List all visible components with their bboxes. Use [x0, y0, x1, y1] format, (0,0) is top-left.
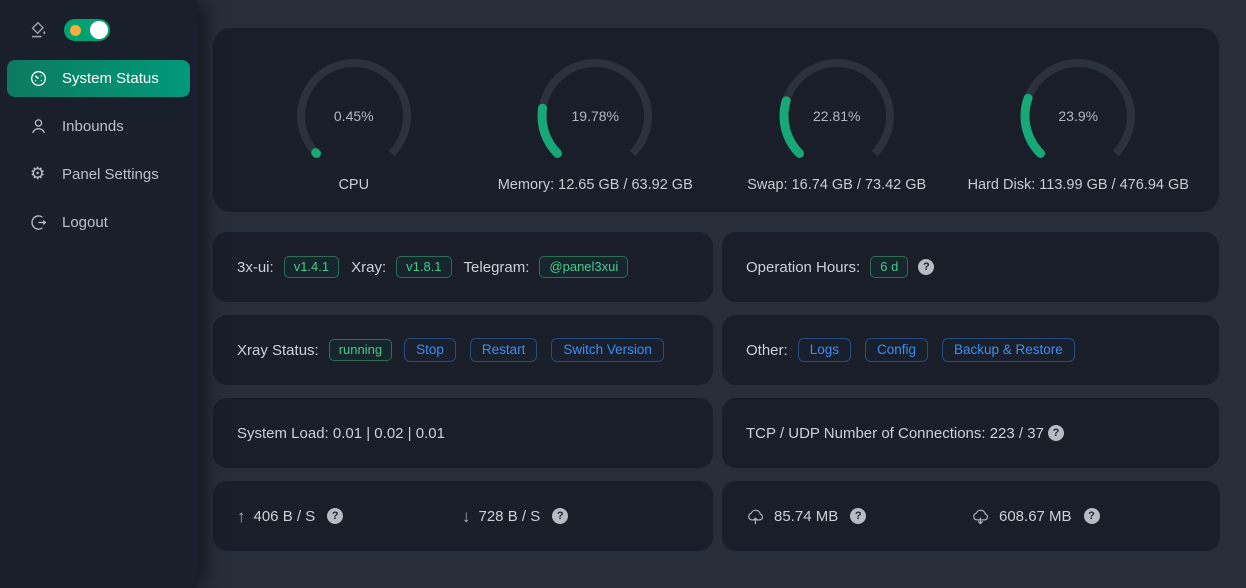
gauge-hard-disk: 23.9% Hard Disk: 113.99 GB / 476.94 GB — [958, 28, 1200, 212]
logs-button[interactable]: Logs — [798, 338, 851, 362]
upload-total-value: 85.74 MB — [774, 508, 838, 525]
bg-colors-icon — [29, 21, 47, 39]
sidebar-item-label: Panel Settings — [62, 166, 159, 183]
arrow-up-icon: ↑ — [237, 508, 246, 525]
sidebar-menu: System Status Inbounds ⚙ Panel Settings — [0, 60, 197, 241]
xray-version-tag: v1.8.1 — [396, 256, 451, 278]
sidebar-item-inbounds[interactable]: Inbounds — [7, 108, 190, 145]
sidebar-item-system-status[interactable]: System Status — [7, 60, 190, 97]
connections-card: TCP / UDP Number of Connections: 223 / 3… — [722, 398, 1219, 468]
gear-icon: ⚙ — [30, 166, 47, 183]
xray-label: Xray: — [351, 259, 386, 276]
arrow-down-icon: ↓ — [462, 508, 471, 525]
gauge-memory: 19.78% Memory: 12.65 GB / 63.92 GB — [475, 28, 717, 212]
theme-row — [0, 0, 197, 53]
network-speed-card: ↑ 406 B / S ? ↓ 728 B / S ? — [213, 481, 713, 551]
dashboard-icon — [30, 70, 47, 87]
gauge-label: CPU — [338, 177, 369, 193]
telegram-label: Telegram: — [464, 259, 530, 276]
switch-version-button[interactable]: Switch Version — [551, 338, 664, 362]
logout-icon — [30, 214, 47, 231]
restart-button[interactable]: Restart — [470, 338, 538, 362]
sidebar-item-label: Inbounds — [62, 118, 124, 135]
upload-speed: ↑ 406 B / S ? — [237, 508, 462, 525]
sidebar-item-logout[interactable]: Logout — [7, 204, 190, 241]
cloud-download-icon — [971, 508, 991, 525]
question-circle-icon[interactable]: ? — [1048, 425, 1064, 441]
gauge-value: 19.78% — [533, 108, 657, 124]
gauge-label: Hard Disk: 113.99 GB / 476.94 GB — [968, 177, 1189, 193]
gauge-value: 22.81% — [775, 108, 899, 124]
download-total: 608.67 MB ? — [971, 508, 1196, 525]
sidebar-item-label: System Status — [62, 70, 159, 87]
sidebar: System Status Inbounds ⚙ Panel Settings — [0, 0, 197, 588]
gauge-cpu: 0.45% CPU — [233, 28, 475, 212]
question-circle-icon[interactable]: ? — [327, 508, 343, 524]
other-label: Other: — [746, 342, 788, 359]
upload-speed-value: 406 B / S — [254, 508, 316, 525]
connections-text: TCP / UDP Number of Connections: 223 / 3… — [746, 425, 1044, 442]
operation-hours-card: Operation Hours: 6 d ? — [722, 232, 1219, 302]
gauge-label: Swap: 16.74 GB / 73.42 GB — [747, 177, 926, 193]
xray-status-card: Xray Status: running Stop Restart Switch… — [213, 315, 713, 385]
sidebar-item-panel-settings[interactable]: ⚙ Panel Settings — [7, 156, 190, 193]
question-circle-icon[interactable]: ? — [552, 508, 568, 524]
person-icon — [30, 118, 47, 135]
3xui-label: 3x-ui: — [237, 259, 274, 276]
question-circle-icon[interactable]: ? — [850, 508, 866, 524]
network-total-card: 85.74 MB ? 608.67 MB ? — [722, 481, 1220, 551]
cloud-upload-icon — [746, 508, 766, 525]
system-load-card: System Load: 0.01 | 0.02 | 0.01 — [213, 398, 713, 468]
backup-restore-button[interactable]: Backup & Restore — [942, 338, 1075, 362]
gauge-label: Memory: 12.65 GB / 63.92 GB — [498, 177, 693, 193]
other-actions-card: Other: Logs Config Backup & Restore — [722, 315, 1219, 385]
gauge-swap: 22.81% Swap: 16.74 GB / 73.42 GB — [716, 28, 958, 212]
download-total-value: 608.67 MB — [999, 508, 1072, 525]
config-button[interactable]: Config — [865, 338, 928, 362]
operation-hours-label: Operation Hours: — [746, 259, 860, 276]
system-gauges-card: 0.45% CPU 19.78% Memory: 12.65 GB / 63.9… — [213, 28, 1219, 212]
question-circle-icon[interactable]: ? — [1084, 508, 1100, 524]
telegram-tag[interactable]: @panel3xui — [539, 256, 628, 278]
upload-total: 85.74 MB ? — [746, 508, 971, 525]
operation-hours-tag: 6 d — [870, 256, 908, 278]
main-content: 0.45% CPU 19.78% Memory: 12.65 GB / 63.9… — [197, 0, 1246, 588]
versions-card: 3x-ui: v1.4.1 Xray: v1.8.1 Telegram: @pa… — [213, 232, 713, 302]
system-load-text: System Load: 0.01 | 0.02 | 0.01 — [237, 425, 445, 442]
3xui-version-tag: v1.4.1 — [284, 256, 339, 278]
stop-button[interactable]: Stop — [404, 338, 456, 362]
sun-icon — [70, 25, 81, 36]
download-speed: ↓ 728 B / S ? — [462, 508, 687, 525]
sidebar-item-label: Logout — [62, 214, 108, 231]
question-circle-icon[interactable]: ? — [918, 259, 934, 275]
xray-running-tag: running — [329, 339, 392, 361]
toggle-knob — [90, 21, 108, 39]
gauge-value: 0.45% — [292, 108, 416, 124]
dark-mode-toggle[interactable] — [64, 19, 110, 41]
xray-status-label: Xray Status: — [237, 342, 319, 359]
download-speed-value: 728 B / S — [479, 508, 541, 525]
gauge-value: 23.9% — [1016, 108, 1140, 124]
